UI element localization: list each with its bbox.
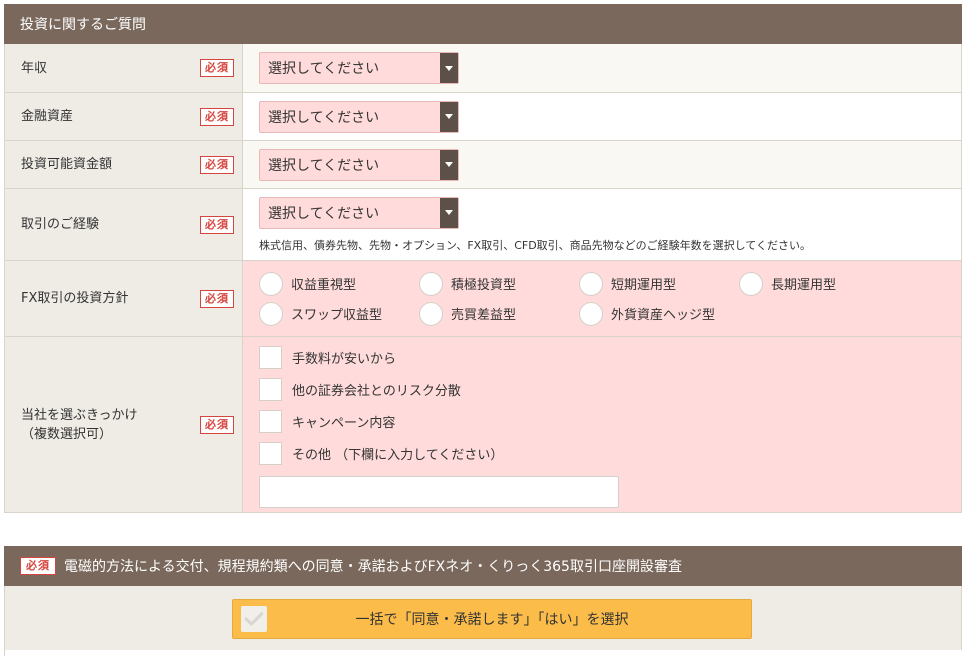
radio-button[interactable] (579, 271, 603, 296)
label-cell-experience: 取引のご経験 必須 (5, 189, 243, 260)
policy-radio-6[interactable]: 外貨資産ヘッジ型 (579, 301, 739, 326)
reason-checkbox-0[interactable]: 手数料が安いから (259, 342, 945, 374)
field-label: 年収 (21, 60, 48, 76)
checkbox-label: 手数料が安いから (292, 352, 397, 367)
chevron-down-icon[interactable] (440, 101, 458, 132)
section-header-consent: 必須 電磁的方法による交付、規程規約類への同意・承諾およびFXネオ・くりっく36… (4, 546, 962, 586)
policy-radio-2[interactable]: 短期運用型 (579, 271, 739, 296)
label-cell-policy: FX取引の投資方針 必須 (5, 261, 243, 336)
investable-select[interactable]: 選択してください (259, 148, 459, 181)
radio-label: スワップ収益型 (291, 308, 383, 323)
radio-button[interactable] (259, 301, 283, 326)
reason-other-input[interactable] (259, 475, 619, 508)
value-cell-experience: 選択してください 株式信用、債券先物、先物・オプション、FX取引、CFD取引、商… (243, 189, 961, 260)
radio-button[interactable] (579, 301, 603, 326)
radio-label: 売買差益型 (451, 308, 517, 323)
section-title: 投資に関するご質問 (20, 17, 146, 33)
radio-button[interactable] (419, 301, 443, 326)
select-value: 選択してください (268, 109, 380, 126)
row-experience: 取引のご経験 必須 選択してください 株式信用、債券先物、先物・オプション、FX… (5, 188, 961, 260)
select-value: 選択してください (268, 157, 380, 174)
required-badge: 必須 (200, 415, 234, 434)
required-badge: 必須 (200, 289, 234, 308)
value-cell-policy: 収益重視型 積極投資型 短期運用型 長期運用型 スワップ収益型 売買差益型 外貨… (243, 261, 961, 336)
section-header-investment: 投資に関するご質問 (4, 4, 962, 44)
required-badge: 必須 (200, 107, 234, 126)
row-policy: FX取引の投資方針 必須 収益重視型 積極投資型 短期運用型 長期運用型 スワッ… (5, 260, 961, 336)
field-label: 取引のご経験 (21, 217, 100, 232)
radio-button[interactable] (739, 271, 763, 296)
policy-radio-1[interactable]: 積極投資型 (419, 271, 579, 296)
required-badge: 必須 (200, 59, 234, 77)
select-value: 選択してください (268, 61, 380, 77)
field-label: FX取引の投資方針 (21, 291, 129, 306)
policy-radio-group: 収益重視型 積極投資型 短期運用型 長期運用型 スワップ収益型 売買差益型 外貨… (259, 271, 945, 326)
required-badge: 必須 (20, 557, 56, 575)
field-label: 当社を選ぶきっかけ （複数選択可） (21, 406, 137, 444)
checkmark-icon (241, 606, 267, 632)
policy-radio-4[interactable]: スワップ収益型 (259, 301, 419, 326)
radio-label: 収益重視型 (291, 278, 357, 293)
field-label: 投資可能資金額 (21, 157, 113, 172)
label-cell-income: 年収 必須 (5, 44, 243, 92)
section-title: 電磁的方法による交付、規程規約類への同意・承諾およびFXネオ・くりっく365取引… (64, 559, 682, 575)
required-badge: 必須 (200, 155, 234, 174)
reason-checkbox-group: 手数料が安いから 他の証券会社とのリスク分散 キャンペーン内容 その他 （下欄に… (259, 342, 945, 470)
reason-checkbox-2[interactable]: キャンペーン内容 (259, 406, 945, 438)
consent-button-label: 一括で「同意・承諾します」「はい」を選択 (355, 612, 629, 628)
label-cell-reason: 当社を選ぶきっかけ （複数選択可） 必須 (5, 337, 243, 512)
field-label: 金融資産 (21, 109, 74, 124)
assets-select[interactable]: 選択してください (259, 100, 459, 133)
checkbox-label: その他 （下欄に入力してください） (292, 448, 504, 463)
value-cell-investable: 選択してください (243, 141, 961, 188)
bulk-consent-button[interactable]: 一括で「同意・承諾します」「はい」を選択 (232, 599, 752, 639)
label-cell-assets: 金融資産 必須 (5, 93, 243, 140)
consent-area: 一括で「同意・承諾します」「はい」を選択 (4, 586, 962, 656)
value-cell-income: 選択してください (243, 44, 961, 92)
reason-checkbox-1[interactable]: 他の証券会社とのリスク分散 (259, 374, 945, 406)
radio-label: 外貨資産ヘッジ型 (611, 308, 716, 323)
radio-label: 短期運用型 (611, 278, 677, 293)
chevron-down-icon[interactable] (440, 149, 458, 180)
consent-content-strip (4, 650, 962, 656)
chevron-down-icon[interactable] (440, 53, 458, 83)
checkbox-label: 他の証券会社とのリスク分散 (292, 384, 461, 399)
income-select[interactable]: 選択してください (259, 52, 459, 84)
checkbox-label: キャンペーン内容 (292, 416, 396, 431)
experience-note: 株式信用、債券先物、先物・オプション、FX取引、CFD取引、商品先物などのご経験… (259, 238, 812, 252)
experience-select[interactable]: 選択してください (259, 196, 459, 229)
row-income: 年収 必須 選択してください (5, 44, 961, 92)
row-reason: 当社を選ぶきっかけ （複数選択可） 必須 手数料が安いから 他の証券会社とのリス… (5, 336, 961, 512)
policy-radio-0[interactable]: 収益重視型 (259, 271, 419, 296)
checkbox[interactable] (259, 378, 282, 401)
radio-button[interactable] (419, 271, 443, 296)
radio-label: 積極投資型 (451, 278, 517, 293)
checkbox[interactable] (259, 442, 282, 465)
field-label-line2: （複数選択可） (21, 426, 113, 442)
row-assets: 金融資産 必須 選択してください (5, 92, 961, 140)
select-value: 選択してください (268, 205, 380, 222)
row-investable: 投資可能資金額 必須 選択してください (5, 140, 961, 188)
label-cell-investable: 投資可能資金額 必須 (5, 141, 243, 188)
value-cell-assets: 選択してください (243, 93, 961, 140)
policy-radio-3[interactable]: 長期運用型 (739, 271, 899, 296)
required-badge: 必須 (200, 215, 234, 234)
policy-radio-5[interactable]: 売買差益型 (419, 301, 579, 326)
investment-form-table: 年収 必須 選択してください 金融資産 必須 選択してください 投資可能資金額 … (4, 44, 962, 513)
value-cell-reason: 手数料が安いから 他の証券会社とのリスク分散 キャンペーン内容 その他 （下欄に… (243, 337, 961, 512)
chevron-down-icon[interactable] (440, 197, 458, 228)
field-label-line1: 当社を選ぶきっかけ (21, 407, 138, 423)
radio-label: 長期運用型 (771, 278, 837, 293)
checkbox[interactable] (259, 410, 282, 433)
checkbox[interactable] (259, 346, 282, 369)
radio-button[interactable] (259, 271, 283, 296)
reason-checkbox-3[interactable]: その他 （下欄に入力してください） (259, 438, 945, 470)
